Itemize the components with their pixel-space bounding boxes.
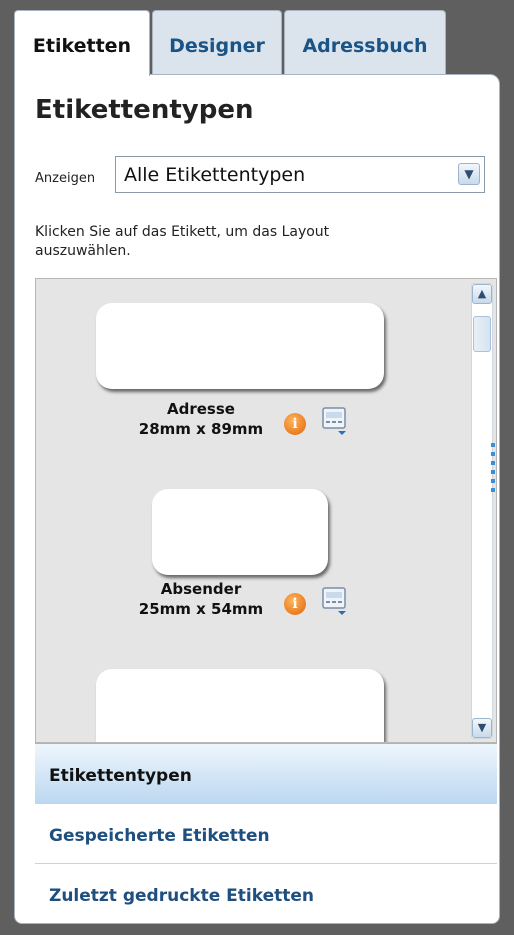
- show-label: Anzeigen: [35, 171, 96, 186]
- label-preview-absender[interactable]: [152, 489, 328, 575]
- label-type-filter-select[interactable]: Alle Etikettentypen ▼: [115, 156, 485, 193]
- label-gallery: Adresse 28mm x 89mm i Absender 25mm x 54…: [35, 278, 497, 743]
- scroll-thumb[interactable]: [473, 316, 491, 352]
- nav-zuletzt-gedruckte-etiketten[interactable]: Zuletzt gedruckte Etiketten: [35, 863, 497, 923]
- label-preview-adresse[interactable]: [96, 303, 384, 389]
- label-size: 25mm x 54mm: [138, 600, 264, 618]
- label-types-panel: Etikettentypen Anzeigen Alle Etikettenty…: [14, 74, 500, 924]
- hint-text: Klicken Sie auf das Etikett, um das Layo…: [35, 224, 330, 259]
- tab-designer[interactable]: Designer: [152, 10, 282, 74]
- tab-etiketten[interactable]: Etiketten: [14, 10, 150, 76]
- info-icon[interactable]: i: [284, 413, 306, 435]
- panel-nav: Etikettentypen Gespeicherte Etiketten Zu…: [35, 743, 497, 923]
- label-preview-partial[interactable]: [96, 669, 384, 742]
- resize-grip[interactable]: [491, 443, 495, 493]
- label-caption-absender[interactable]: Absender 25mm x 54mm: [126, 579, 276, 619]
- nav-etikettentypen[interactable]: Etikettentypen: [35, 743, 497, 803]
- tab-bar: Etiketten Designer Adressbuch: [14, 10, 448, 76]
- label-name: Absender: [160, 580, 242, 598]
- layout-options-icon[interactable]: [320, 585, 352, 617]
- label-name: Adresse: [167, 400, 235, 418]
- nav-gespeicherte-etiketten[interactable]: Gespeicherte Etiketten: [35, 803, 497, 863]
- label-size: 28mm x 89mm: [138, 420, 264, 438]
- tab-adressbuch[interactable]: Adressbuch: [284, 10, 446, 74]
- layout-options-icon[interactable]: [320, 405, 352, 437]
- panel-title: Etikettentypen: [35, 95, 254, 125]
- chevron-down-icon[interactable]: ▼: [472, 718, 492, 738]
- info-icon[interactable]: i: [284, 593, 306, 615]
- label-caption-adresse[interactable]: Adresse 28mm x 89mm: [126, 399, 276, 439]
- gallery-scrollbar[interactable]: ▲ ▼: [471, 283, 493, 739]
- select-value: Alle Etikettentypen: [124, 164, 306, 186]
- chevron-up-icon[interactable]: ▲: [472, 284, 492, 304]
- chevron-down-icon[interactable]: ▼: [458, 163, 480, 185]
